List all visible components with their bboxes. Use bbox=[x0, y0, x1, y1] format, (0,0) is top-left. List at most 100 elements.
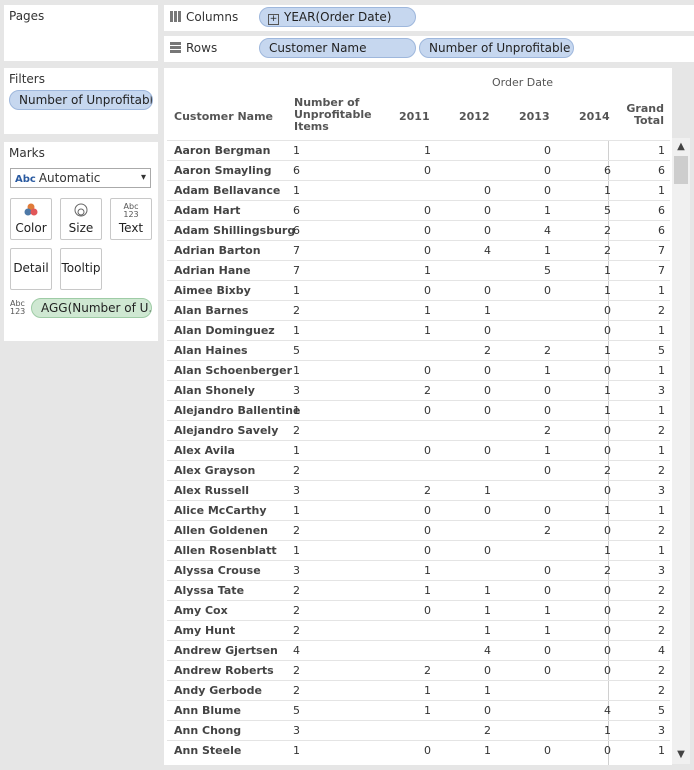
table-row[interactable]: Ann Steele 1 0 1 0 0 1 bbox=[167, 740, 670, 760]
year-value-cell: 0 bbox=[484, 224, 491, 237]
table-row[interactable]: Adrian Barton 7 0 4 1 2 7 bbox=[167, 240, 670, 260]
table-row[interactable]: Alice McCarthy 1 0 0 0 1 1 bbox=[167, 500, 670, 520]
marks-card: Marks Abc Automatic ▾ Color Size Abc 123 T… bbox=[4, 142, 158, 341]
year-value-cell: 0 bbox=[484, 544, 491, 557]
table-row[interactable]: Alan Shonely 3 2 0 0 1 3 bbox=[167, 380, 670, 400]
table-row[interactable]: Ann Chong 3 2 1 3 bbox=[167, 720, 670, 740]
grand-total-cell: 2 bbox=[658, 604, 665, 617]
grand-total-cell: 1 bbox=[658, 144, 665, 157]
scroll-up-arrow-icon[interactable]: ▲ bbox=[672, 138, 690, 156]
customer-name-cell: Adam Bellavance bbox=[174, 184, 281, 197]
tooltip-button[interactable]: Tooltip bbox=[60, 248, 102, 290]
year-value-cell: 0 bbox=[544, 284, 551, 297]
table-row[interactable]: Ann Blume 5 1 0 4 5 bbox=[167, 700, 670, 720]
year-value-cell: 5 bbox=[604, 204, 611, 217]
table-row[interactable]: Adam Bellavance 1 0 0 1 1 bbox=[167, 180, 670, 200]
unprofitable-items-cell: 2 bbox=[293, 424, 300, 437]
year-value-cell: 0 bbox=[484, 284, 491, 297]
filter-pill-unprofitable[interactable]: Number of Unprofitabl.. bbox=[9, 90, 153, 110]
year-value-cell: 2 bbox=[544, 524, 551, 537]
customer-name-cell: Adam Hart bbox=[174, 204, 241, 217]
customer-name-cell: Amy Hunt bbox=[174, 624, 236, 637]
rows-pill-unprofitable[interactable]: Number of Unprofitable I.. bbox=[419, 38, 574, 58]
year-value-cell: 0 bbox=[544, 164, 551, 177]
size-button[interactable]: Size bbox=[60, 198, 102, 240]
grand-total-cell: 1 bbox=[658, 284, 665, 297]
year-value-cell: 0 bbox=[604, 424, 611, 437]
table-row[interactable]: Andrew Gjertsen 4 4 0 0 4 bbox=[167, 640, 670, 660]
columns-pill-year[interactable]: + YEAR(Order Date) bbox=[259, 7, 416, 27]
table-row[interactable]: Adam Shillingsburg 6 0 0 4 2 6 bbox=[167, 220, 670, 240]
year-value-cell: 4 bbox=[484, 644, 491, 657]
table-row[interactable]: Adam Hart 6 0 0 1 5 6 bbox=[167, 200, 670, 220]
year-value-cell bbox=[521, 701, 551, 720]
year-value-cell bbox=[401, 461, 431, 480]
year-value-cell: 1 bbox=[604, 724, 611, 737]
expand-icon[interactable]: + bbox=[268, 14, 279, 25]
table-row[interactable]: Alan Haines 5 2 2 1 5 bbox=[167, 340, 670, 360]
table-row[interactable]: Alan Barnes 2 1 1 0 2 bbox=[167, 300, 670, 320]
year-value-cell: 0 bbox=[424, 444, 431, 457]
table-row[interactable]: Alan Schoenberger 1 0 0 1 0 1 bbox=[167, 360, 670, 380]
unprofitable-items-cell: 2 bbox=[293, 604, 300, 617]
text-button[interactable]: Abc 123 Text bbox=[110, 198, 152, 240]
year-value-cell: 0 bbox=[424, 544, 431, 557]
chevron-down-icon: ▾ bbox=[140, 172, 146, 183]
mark-type-dropdown[interactable]: Abc Automatic ▾ bbox=[10, 168, 151, 188]
year-value-cell bbox=[401, 181, 431, 200]
color-button[interactable]: Color bbox=[10, 198, 52, 240]
table-row[interactable]: Alejandro Ballentine 1 0 0 0 1 1 bbox=[167, 400, 670, 420]
table-row[interactable]: Andy Gerbode 2 1 1 2 bbox=[167, 680, 670, 700]
year-value-cell: 1 bbox=[604, 384, 611, 397]
table-row[interactable]: Alyssa Tate 2 1 1 0 0 2 bbox=[167, 580, 670, 600]
year-value-cell: 0 bbox=[604, 364, 611, 377]
table-row[interactable]: Alejandro Savely 2 2 0 2 bbox=[167, 420, 670, 440]
pages-card: Pages bbox=[4, 5, 158, 61]
table-row[interactable]: Andrew Roberts 2 2 0 0 0 2 bbox=[167, 660, 670, 680]
year-value-cell: 2 bbox=[604, 564, 611, 577]
year-value-cell: 0 bbox=[484, 504, 491, 517]
customer-name-cell: Andrew Roberts bbox=[174, 664, 274, 677]
columns-label: Columns bbox=[170, 10, 238, 24]
vertical-scrollbar[interactable]: ▲ ▼ bbox=[672, 138, 690, 764]
table-row[interactable]: Amy Cox 2 0 1 1 0 2 bbox=[167, 600, 670, 620]
table-row[interactable]: Alex Avila 1 0 0 1 0 1 bbox=[167, 440, 670, 460]
year-value-cell: 0 bbox=[484, 204, 491, 217]
year-value-cell: 2 bbox=[424, 664, 431, 677]
table-row[interactable]: Alex Grayson 2 0 2 2 bbox=[167, 460, 670, 480]
year-value-cell: 1 bbox=[604, 284, 611, 297]
grand-total-cell: 2 bbox=[658, 464, 665, 477]
year-value-cell bbox=[521, 481, 551, 500]
table-row[interactable]: Aimee Bixby 1 0 0 0 1 1 bbox=[167, 280, 670, 300]
year-value-cell: 1 bbox=[604, 544, 611, 557]
filters-title: Filters bbox=[9, 72, 45, 86]
year-value-cell bbox=[461, 161, 491, 180]
year-header-2011: 2011 bbox=[399, 110, 430, 123]
table-row[interactable]: Amy Hunt 2 1 1 0 2 bbox=[167, 620, 670, 640]
table-row[interactable]: Alex Russell 3 2 1 0 3 bbox=[167, 480, 670, 500]
year-header-2013: 2013 bbox=[519, 110, 550, 123]
year-value-cell: 1 bbox=[484, 304, 491, 317]
year-value-cell: 1 bbox=[604, 504, 611, 517]
table-row[interactable]: Adrian Hane 7 1 5 1 7 bbox=[167, 260, 670, 280]
year-value-cell: 0 bbox=[424, 224, 431, 237]
table-row[interactable]: Aaron Smayling 6 0 0 6 6 bbox=[167, 160, 670, 180]
grand-total-cell: 2 bbox=[658, 684, 665, 697]
year-value-cell: 1 bbox=[424, 564, 431, 577]
rows-pill-customer[interactable]: Customer Name bbox=[259, 38, 416, 58]
scroll-down-arrow-icon[interactable]: ▼ bbox=[672, 746, 690, 764]
table-row[interactable]: Alan Dominguez 1 1 0 0 1 bbox=[167, 320, 670, 340]
unprofitable-items-cell: 1 bbox=[293, 284, 300, 297]
table-row[interactable]: Alyssa Crouse 3 1 0 2 3 bbox=[167, 560, 670, 580]
unprofitable-items-cell: 6 bbox=[293, 164, 300, 177]
table-row[interactable]: Aaron Bergman 1 1 0 1 bbox=[167, 140, 670, 160]
color-label: Color bbox=[15, 221, 47, 235]
table-row[interactable]: Allen Rosenblatt 1 0 0 1 1 bbox=[167, 540, 670, 560]
table-row[interactable]: Allen Goldenen 2 0 2 0 2 bbox=[167, 520, 670, 540]
scroll-thumb[interactable] bbox=[674, 156, 688, 184]
customer-name-cell: Andrew Gjertsen bbox=[174, 644, 278, 657]
text-encoding-pill[interactable]: AGG(Number of U.. bbox=[31, 298, 152, 318]
year-value-cell bbox=[461, 421, 491, 440]
detail-button[interactable]: Detail bbox=[10, 248, 52, 290]
year-value-cell: 1 bbox=[424, 304, 431, 317]
